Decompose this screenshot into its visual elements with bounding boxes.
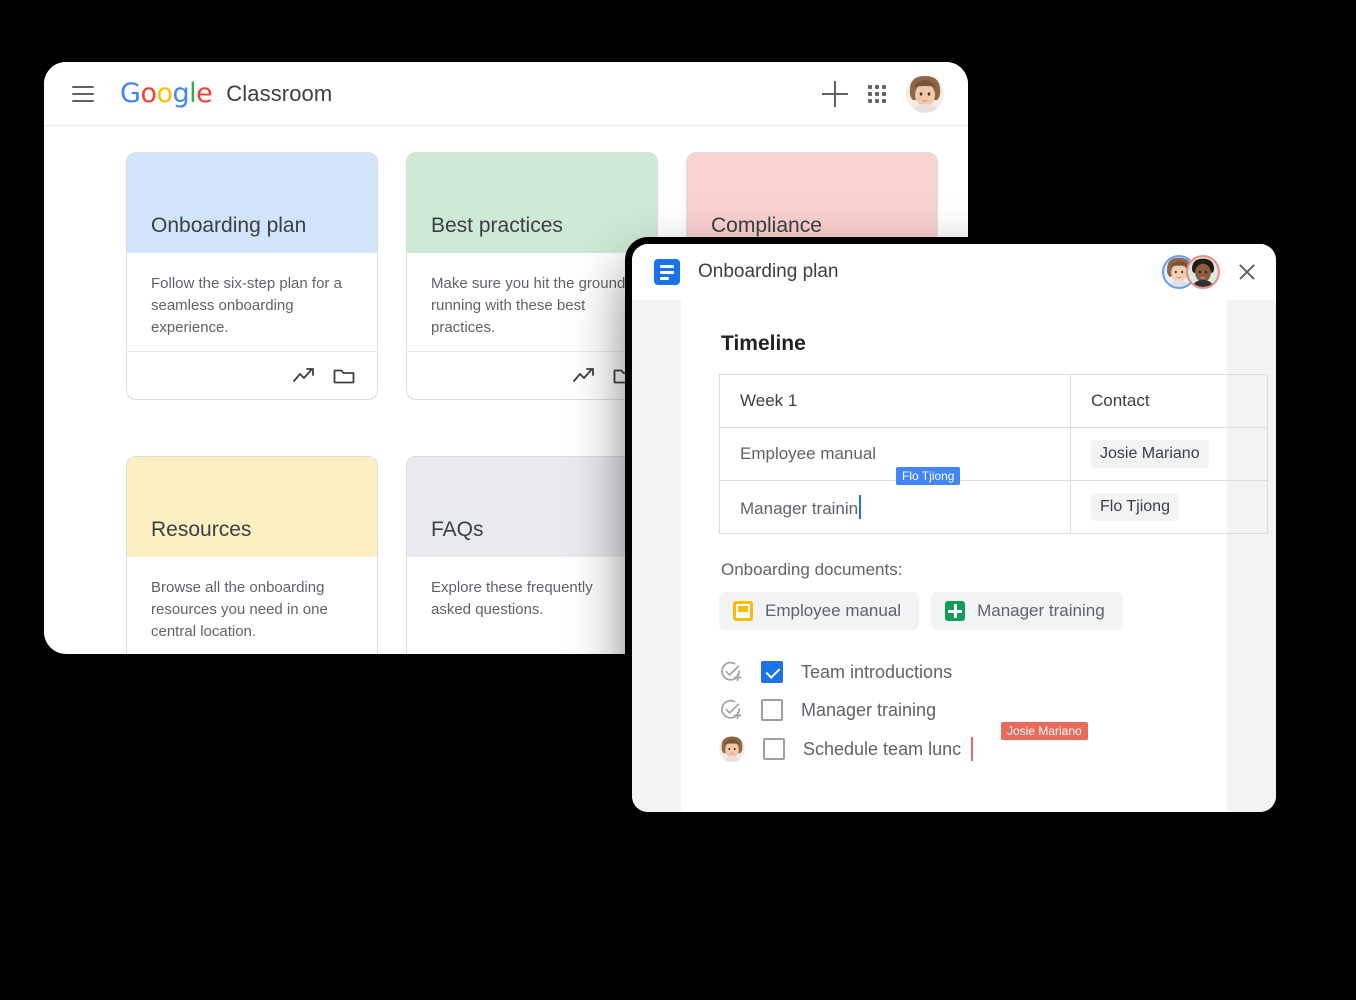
logo-letter-o2: o bbox=[156, 78, 173, 109]
logo-letter-o1: o bbox=[140, 78, 157, 109]
class-card[interactable]: Resources Browse all the onboarding reso… bbox=[126, 456, 378, 654]
class-card-header: Compliance bbox=[687, 153, 937, 253]
google-sheets-icon bbox=[945, 601, 966, 621]
trending-up-icon[interactable] bbox=[573, 366, 595, 386]
checklist-label: Schedule team lunc bbox=[803, 738, 962, 759]
class-card-body: Browse all the onboarding resources you … bbox=[127, 557, 377, 654]
checklist-label: Team introductions bbox=[801, 661, 953, 682]
checklist-item: Team introductions bbox=[719, 660, 1189, 684]
assign-task-icon[interactable] bbox=[719, 698, 743, 722]
plus-icon[interactable] bbox=[822, 80, 848, 107]
person-chip[interactable]: Josie Mariano bbox=[1091, 440, 1209, 468]
assign-task-icon[interactable] bbox=[719, 660, 743, 684]
class-card-description: Follow the six-step plan for a seamless … bbox=[151, 275, 342, 336]
class-card-title: Compliance bbox=[711, 213, 822, 237]
table-row: Week 1 Contact bbox=[719, 374, 1268, 428]
table-cell-text: Manager trainin bbox=[740, 499, 859, 518]
timeline-heading: Timeline bbox=[721, 332, 806, 355]
class-card-header: FAQs bbox=[407, 457, 657, 557]
checkbox[interactable] bbox=[761, 661, 783, 683]
class-card-body: Explore these frequently asked questions… bbox=[407, 557, 657, 654]
docs-topbar: Onboarding plan bbox=[632, 244, 1276, 300]
text-cursor bbox=[859, 495, 862, 519]
document-chip-label: Employee manual bbox=[765, 601, 902, 620]
class-card-header: Best practices bbox=[407, 153, 657, 253]
google-docs-icon bbox=[654, 259, 680, 285]
person-chip[interactable]: Flo Tjiong bbox=[1091, 493, 1179, 521]
table-cell-contact[interactable]: Flo Tjiong bbox=[1070, 480, 1268, 534]
timeline-table: Week 1 Contact Employee manual Josie Mar… bbox=[719, 374, 1268, 534]
document-chip-row: Employee manual Manager training bbox=[719, 592, 1189, 630]
classroom-topbar-actions bbox=[822, 74, 944, 113]
checklist-label: Manager training bbox=[801, 699, 937, 720]
table-cell-contact[interactable]: Josie Mariano bbox=[1070, 427, 1268, 481]
checklist-item: Manager training bbox=[719, 698, 1189, 722]
google-slides-icon bbox=[733, 601, 753, 621]
user-avatar[interactable] bbox=[906, 74, 944, 113]
class-card-title: Onboarding plan bbox=[151, 213, 307, 237]
class-card-footer bbox=[127, 351, 377, 399]
avatar-image bbox=[906, 74, 944, 113]
screenshot-stage: Google Classroom Onboarding plan Follow … bbox=[0, 0, 1356, 1000]
class-card-header: Onboarding plan bbox=[127, 153, 377, 253]
table-cell-task[interactable]: Employee manual bbox=[719, 427, 1071, 481]
class-card-body: Follow the six-step plan for a seamless … bbox=[127, 253, 377, 351]
collaborator-cursor-label: Flo Tjiong bbox=[896, 467, 961, 485]
collaborator-avatar-2[interactable] bbox=[1186, 255, 1220, 289]
class-card-title: FAQs bbox=[431, 517, 484, 541]
logo-letter-g1: G bbox=[120, 78, 141, 109]
logo-letter-e: e bbox=[196, 78, 213, 109]
document-chip-employee-manual[interactable]: Employee manual bbox=[719, 592, 920, 630]
document-chip-label: Manager training bbox=[977, 601, 1105, 620]
table-row: Manager trainin Flo Tjiong Flo Tjiong bbox=[719, 467, 1268, 534]
avatar-image bbox=[1188, 257, 1218, 287]
collaborator-cursor-label: Josie Mariano bbox=[1001, 722, 1088, 740]
checkbox[interactable] bbox=[763, 738, 785, 760]
document-chip-manager-training[interactable]: Manager training bbox=[931, 592, 1123, 630]
apps-grid-icon[interactable] bbox=[868, 84, 886, 103]
class-card-footer bbox=[407, 351, 657, 399]
checklist-item: Schedule team lunc Josie Mariano bbox=[719, 722, 1189, 762]
table-cell-task[interactable]: Week 1 bbox=[719, 374, 1071, 428]
table-cell-task[interactable]: Manager trainin Flo Tjiong bbox=[719, 467, 1071, 534]
document-canvas: Timeline Week 1 Contact Employee manual … bbox=[632, 300, 1276, 812]
class-card[interactable]: FAQs Explore these frequently asked ques… bbox=[406, 456, 658, 654]
close-icon[interactable] bbox=[1236, 261, 1258, 283]
onboarding-documents-label: Onboarding documents: bbox=[721, 560, 903, 579]
class-card-description: Browse all the onboarding resources you … bbox=[151, 579, 328, 640]
classroom-topbar: Google Classroom bbox=[44, 62, 968, 126]
text-cursor bbox=[971, 737, 974, 761]
class-card-body: Make sure you hit the ground running wit… bbox=[407, 253, 657, 351]
document-title: Onboarding plan bbox=[698, 261, 839, 282]
google-logo: Google bbox=[120, 78, 213, 109]
docs-topbar-actions bbox=[1162, 255, 1258, 289]
table-row: Employee manual Josie Mariano bbox=[719, 427, 1268, 481]
checklist: Team introductions Manager training Sche… bbox=[719, 660, 1189, 762]
class-card[interactable]: Onboarding plan Follow the six-step plan… bbox=[126, 152, 378, 400]
checkbox[interactable] bbox=[761, 699, 783, 721]
class-card-description: Make sure you hit the ground running wit… bbox=[431, 275, 626, 336]
table-cell-contact[interactable]: Contact bbox=[1070, 374, 1268, 428]
class-card-title: Resources bbox=[151, 517, 252, 541]
trending-up-icon[interactable] bbox=[293, 366, 315, 386]
class-card-description: Explore these frequently asked questions… bbox=[431, 579, 593, 618]
logo-letter-g2: g bbox=[172, 78, 190, 109]
class-card[interactable]: Best practices Make sure you hit the gro… bbox=[406, 152, 658, 400]
hamburger-menu-icon[interactable] bbox=[72, 85, 94, 102]
google-docs-window: Onboarding plan Timeline Week 1 Contact … bbox=[632, 244, 1276, 812]
document-page: Timeline Week 1 Contact Employee manual … bbox=[681, 300, 1268, 812]
assignee-avatar[interactable] bbox=[719, 736, 745, 762]
class-card-title: Best practices bbox=[431, 213, 563, 237]
folder-icon[interactable] bbox=[333, 366, 355, 386]
app-name-label: Classroom bbox=[226, 80, 333, 106]
class-card-header: Resources bbox=[127, 457, 377, 557]
